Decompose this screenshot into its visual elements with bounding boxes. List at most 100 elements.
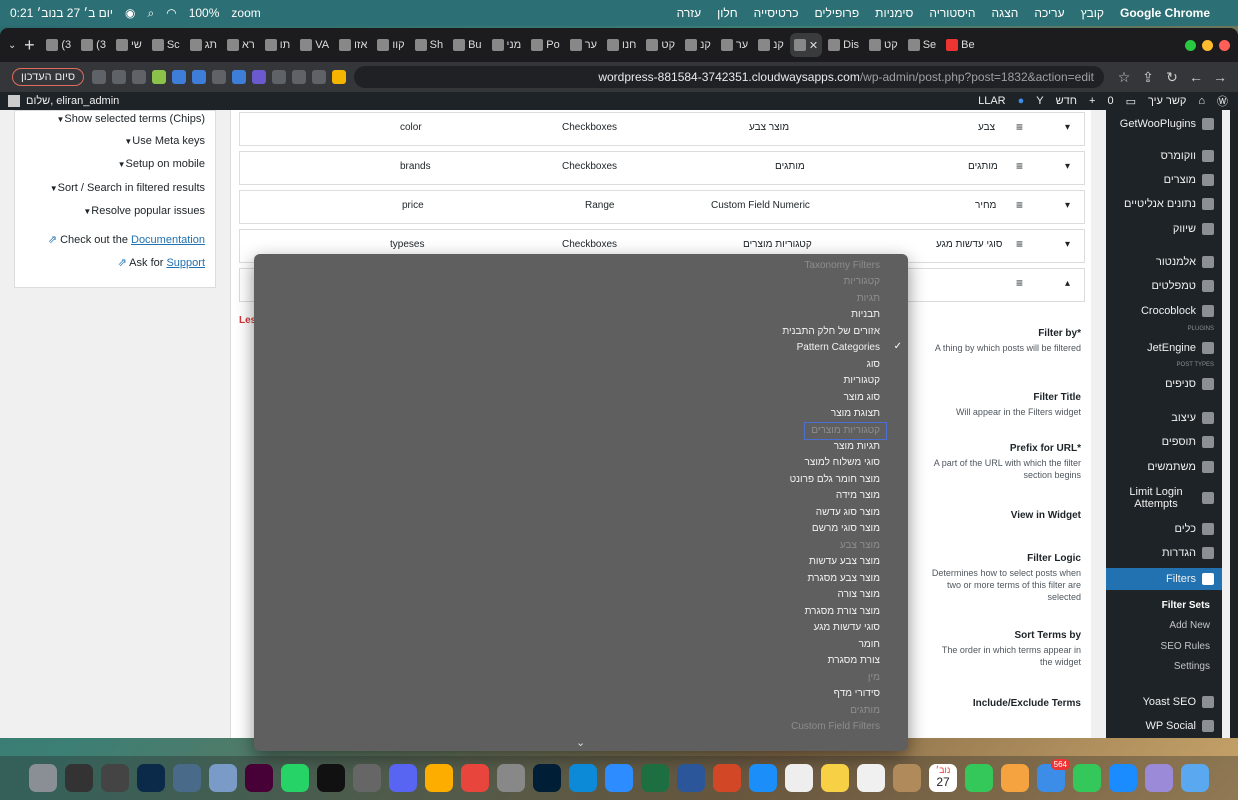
- submenu-filter-sets[interactable]: Filter Sets: [1162, 600, 1210, 611]
- quicktime-icon[interactable]: [173, 764, 201, 792]
- spotlight-icon[interactable]: ⌕: [147, 6, 154, 21]
- photoshop-icon[interactable]: [137, 764, 165, 792]
- sidepanel-icon[interactable]: [112, 70, 127, 84]
- dropdown-option[interactable]: מוצר סוגי מרשם: [812, 521, 880, 537]
- menu-profiles[interactable]: פרופילים: [815, 6, 860, 20]
- excel-icon[interactable]: [641, 764, 669, 792]
- new-tab-button[interactable]: +: [18, 35, 40, 56]
- yoast-icon[interactable]: Y: [1036, 95, 1043, 107]
- tab[interactable]: שי: [112, 33, 146, 57]
- extension-icon[interactable]: [252, 70, 267, 84]
- launchpad-icon[interactable]: [1145, 764, 1173, 792]
- menu-limit-login[interactable]: Limit Login Attempts: [1104, 486, 1214, 510]
- photos-icon[interactable]: [1001, 764, 1029, 792]
- scroll-down-arrow-icon[interactable]: ⌄: [576, 736, 585, 749]
- chevron-down-icon[interactable]: ▾: [1065, 161, 1070, 172]
- menu-branches[interactable]: סניפים: [1104, 378, 1214, 390]
- plus-icon[interactable]: +: [1089, 95, 1095, 107]
- finder-icon[interactable]: [1181, 764, 1209, 792]
- help-option[interactable]: ▼Resolve popular issues: [79, 205, 205, 217]
- reminders-icon[interactable]: [857, 764, 885, 792]
- menu-help[interactable]: עזרה: [677, 6, 702, 20]
- avatar[interactable]: [8, 95, 20, 107]
- tab[interactable]: קנ: [754, 33, 788, 57]
- comment-icon[interactable]: ▭: [1126, 95, 1136, 108]
- wifi-icon[interactable]: ◠: [166, 6, 176, 20]
- filter-row[interactable]: price Range Custom Field Numeric מחיר ≡ …: [239, 190, 1085, 224]
- dropdown-option[interactable]: מוצר מידה: [836, 488, 880, 504]
- drag-handle-icon[interactable]: ≡: [1016, 159, 1023, 173]
- menu-history[interactable]: היסטוריה: [929, 6, 975, 20]
- tab[interactable]: קוו: [373, 33, 408, 57]
- dropdown-option[interactable]: מוצר סוג עדשה: [816, 505, 880, 521]
- extension-icon[interactable]: [232, 70, 247, 84]
- tab[interactable]: רא: [223, 33, 259, 57]
- facetime-icon[interactable]: [965, 764, 993, 792]
- help-option[interactable]: ▼Setup on mobile: [114, 158, 205, 170]
- zoom-icon[interactable]: [605, 764, 633, 792]
- share-icon[interactable]: ⇪: [1136, 69, 1160, 86]
- tab-search-icon[interactable]: ⌄: [8, 40, 16, 51]
- dropdown-option[interactable]: חומר: [859, 637, 880, 653]
- support-link[interactable]: Support: [166, 257, 205, 269]
- extension-icon[interactable]: [312, 70, 327, 84]
- back-icon[interactable]: →: [1208, 69, 1232, 85]
- drag-handle-icon[interactable]: ≡: [1016, 198, 1023, 212]
- preview-icon[interactable]: [209, 764, 237, 792]
- extension-icon[interactable]: [292, 70, 307, 84]
- tab[interactable]: חנו: [603, 33, 640, 57]
- window-thumbnail[interactable]: [65, 764, 93, 792]
- tab[interactable]: Be: [942, 33, 978, 57]
- tab[interactable]: ער: [566, 33, 601, 57]
- menu-analytics[interactable]: נתונים אנליטיים: [1104, 198, 1214, 210]
- wordpress-icon[interactable]: Ⓦ: [1217, 93, 1228, 109]
- menu-tools[interactable]: כלים: [1104, 523, 1214, 535]
- dropdown-option[interactable]: אזורים של חלק התבנית: [782, 324, 880, 340]
- photoshop-icon[interactable]: [533, 764, 561, 792]
- submenu-seo-rules[interactable]: SEO Rules: [1161, 641, 1210, 652]
- tab[interactable]: (3: [77, 33, 110, 57]
- menu-filters[interactable]: Filters: [1106, 568, 1222, 590]
- dropdown-option[interactable]: סוגי משלוח למוצר: [805, 455, 880, 471]
- submenu-settings[interactable]: Settings: [1174, 661, 1210, 672]
- menu-templates[interactable]: טמפלטים: [1104, 280, 1214, 292]
- calendar-icon[interactable]: נוב׳ 27: [929, 764, 957, 792]
- menu-users[interactable]: משתמשים: [1104, 461, 1214, 473]
- chevron-down-icon[interactable]: ▾: [1065, 122, 1070, 133]
- drag-handle-icon[interactable]: ≡: [1016, 276, 1023, 290]
- menu-window[interactable]: חלון: [717, 6, 738, 20]
- menu-file[interactable]: קובץ: [1081, 6, 1104, 20]
- tab[interactable]: Se: [904, 33, 940, 57]
- dropdown-option[interactable]: מוצר צבע מסגרת: [808, 571, 880, 587]
- address-bar[interactable]: wordpress-881584-3742351.cloudwaysapps.c…: [354, 66, 1104, 88]
- profile-button[interactable]: סיום העדכון: [12, 68, 85, 86]
- menu-bookmarks[interactable]: סימניות: [875, 6, 913, 20]
- star-icon[interactable]: ☆: [1112, 69, 1136, 86]
- comment-count[interactable]: 0: [1107, 95, 1113, 107]
- extension-icon[interactable]: [172, 70, 187, 84]
- dropdown-option[interactable]: קטגוריות: [844, 373, 881, 389]
- clock[interactable]: יום ב׳ 27 בנוב׳ 0:21: [10, 6, 113, 20]
- tab[interactable]: (3: [42, 33, 75, 57]
- extension-icon[interactable]: [92, 70, 107, 84]
- dropdown-option[interactable]: תצוגת מוצר: [831, 406, 880, 422]
- drag-handle-icon[interactable]: ≡: [1016, 120, 1023, 134]
- help-option[interactable]: ▼Show selected terms (Chips): [52, 113, 205, 125]
- discord-icon[interactable]: [389, 764, 417, 792]
- minimize-window-button[interactable]: [1202, 39, 1213, 51]
- menu-tab[interactable]: כרטיסייה: [754, 6, 799, 20]
- menu-view[interactable]: הצגה: [992, 6, 1019, 20]
- tab[interactable]: ער: [717, 33, 752, 57]
- chrome-icon[interactable]: [461, 764, 489, 792]
- menu-edit[interactable]: עריכה: [1034, 6, 1064, 20]
- tab[interactable]: מני: [488, 33, 526, 57]
- notes-icon[interactable]: [821, 764, 849, 792]
- menu-elementor[interactable]: אלמנטור: [1104, 256, 1214, 268]
- tab[interactable]: Sh: [411, 33, 447, 57]
- drag-handle-icon[interactable]: ≡: [1016, 237, 1023, 251]
- documentation-link[interactable]: Documentation: [131, 234, 205, 246]
- dropdown-option[interactable]: תגיות מוצר: [834, 439, 880, 455]
- puzzle-icon[interactable]: [132, 70, 147, 84]
- filter-row[interactable]: brands Checkboxes מותגים מותגים ≡ ▾: [239, 151, 1085, 185]
- zoom-status[interactable]: zoom: [231, 6, 260, 20]
